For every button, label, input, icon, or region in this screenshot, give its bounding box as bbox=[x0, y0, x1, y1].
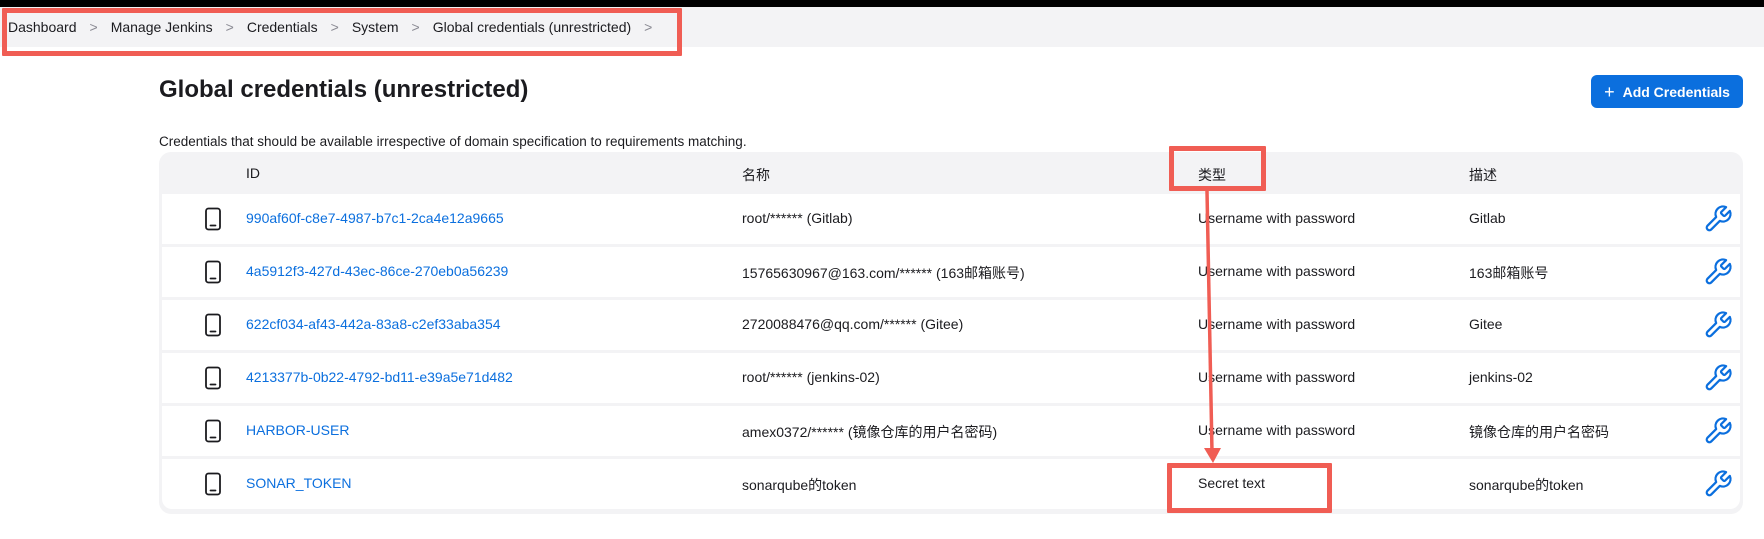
wrench-icon[interactable] bbox=[1703, 416, 1733, 446]
credential-name: root/****** (Gitlab) bbox=[742, 210, 853, 226]
add-credentials-label: Add Credentials bbox=[1622, 83, 1730, 100]
credential-id-link[interactable]: 4a5912f3-427d-43ec-86ce-270eb0a56239 bbox=[246, 263, 508, 279]
credential-type: Username with password bbox=[1198, 422, 1356, 438]
mobile-device-icon bbox=[204, 419, 222, 443]
credential-id-link[interactable]: 622cf034-af43-442a-83a8-c2ef33aba354 bbox=[246, 316, 501, 332]
table-row: SONAR_TOKEN sonarqube的token Secret text son… bbox=[162, 459, 1740, 509]
annotation-box-breadcrumb bbox=[2, 8, 682, 56]
wrench-icon[interactable] bbox=[1703, 363, 1733, 393]
credential-name: root/****** (jenkins-02) bbox=[742, 369, 880, 385]
table-row: 4213377b-0b22-4792-bd11-e39a5e71d482 root… bbox=[162, 353, 1740, 403]
mobile-device-icon bbox=[204, 313, 222, 337]
credential-name: amex0372/****** (镜像仓库的用户名密码) bbox=[742, 424, 998, 440]
wrench-icon[interactable] bbox=[1703, 204, 1733, 234]
column-header-description: 描述 bbox=[1469, 167, 1497, 183]
credential-name: 2720088476@qq.com/****** (Gitee) bbox=[742, 316, 964, 332]
credentials-table: ID 名称 类型 描述 990af60f-c8e7-4987-b7c1-2ca4… bbox=[159, 152, 1743, 514]
credential-name: 15765630967@163.com/****** (163邮箱账号) bbox=[742, 265, 1025, 281]
top-bar bbox=[0, 0, 1764, 7]
credential-id-link[interactable]: SONAR_TOKEN bbox=[246, 475, 352, 491]
column-header-name: 名称 bbox=[742, 167, 770, 183]
credential-id-link[interactable]: HARBOR-USER bbox=[246, 422, 349, 438]
credential-description: jenkins-02 bbox=[1469, 369, 1533, 385]
credential-description: Gitee bbox=[1469, 316, 1503, 332]
page-description: Credentials that should be available irr… bbox=[159, 134, 747, 149]
credential-id-link[interactable]: 4213377b-0b22-4792-bd11-e39a5e71d482 bbox=[246, 369, 513, 385]
credential-id-link[interactable]: 990af60f-c8e7-4987-b7c1-2ca4e12a9665 bbox=[246, 210, 504, 226]
table-header: ID 名称 类型 描述 bbox=[159, 152, 1743, 192]
wrench-icon[interactable] bbox=[1703, 469, 1733, 499]
credential-type: Username with password bbox=[1198, 263, 1356, 279]
page-title: Global credentials (unrestricted) bbox=[159, 76, 529, 103]
credential-type: Username with password bbox=[1198, 210, 1356, 226]
credential-description: sonarqube的token bbox=[1469, 477, 1584, 493]
credential-description: 163邮箱账号 bbox=[1469, 265, 1549, 281]
annotation-box-type-header bbox=[1169, 146, 1266, 191]
credential-description: Gitlab bbox=[1469, 210, 1506, 226]
credential-description: 镜像仓库的用户名密码 bbox=[1469, 424, 1609, 440]
wrench-icon[interactable] bbox=[1703, 310, 1733, 340]
add-credentials-button[interactable]: + Add Credentials bbox=[1591, 75, 1743, 108]
table-row: 622cf034-af43-442a-83a8-c2ef33aba354 2720… bbox=[162, 300, 1740, 350]
credential-type: Username with password bbox=[1198, 369, 1356, 385]
column-header-id: ID bbox=[246, 165, 260, 181]
mobile-device-icon bbox=[204, 472, 222, 496]
mobile-device-icon bbox=[204, 260, 222, 284]
table-row: HARBOR-USER amex0372/****** (镜像仓库的用户名密码) U… bbox=[162, 406, 1740, 456]
plus-icon: + bbox=[1604, 81, 1615, 102]
credential-type: Username with password bbox=[1198, 316, 1356, 332]
mobile-device-icon bbox=[204, 207, 222, 231]
annotation-box-secret-text bbox=[1167, 463, 1332, 513]
credential-name: sonarqube的token bbox=[742, 477, 857, 493]
wrench-icon[interactable] bbox=[1703, 257, 1733, 287]
mobile-device-icon bbox=[204, 366, 222, 390]
table-row: 990af60f-c8e7-4987-b7c1-2ca4e12a9665 root… bbox=[162, 194, 1740, 244]
table-row: 4a5912f3-427d-43ec-86ce-270eb0a56239 1576… bbox=[162, 247, 1740, 297]
